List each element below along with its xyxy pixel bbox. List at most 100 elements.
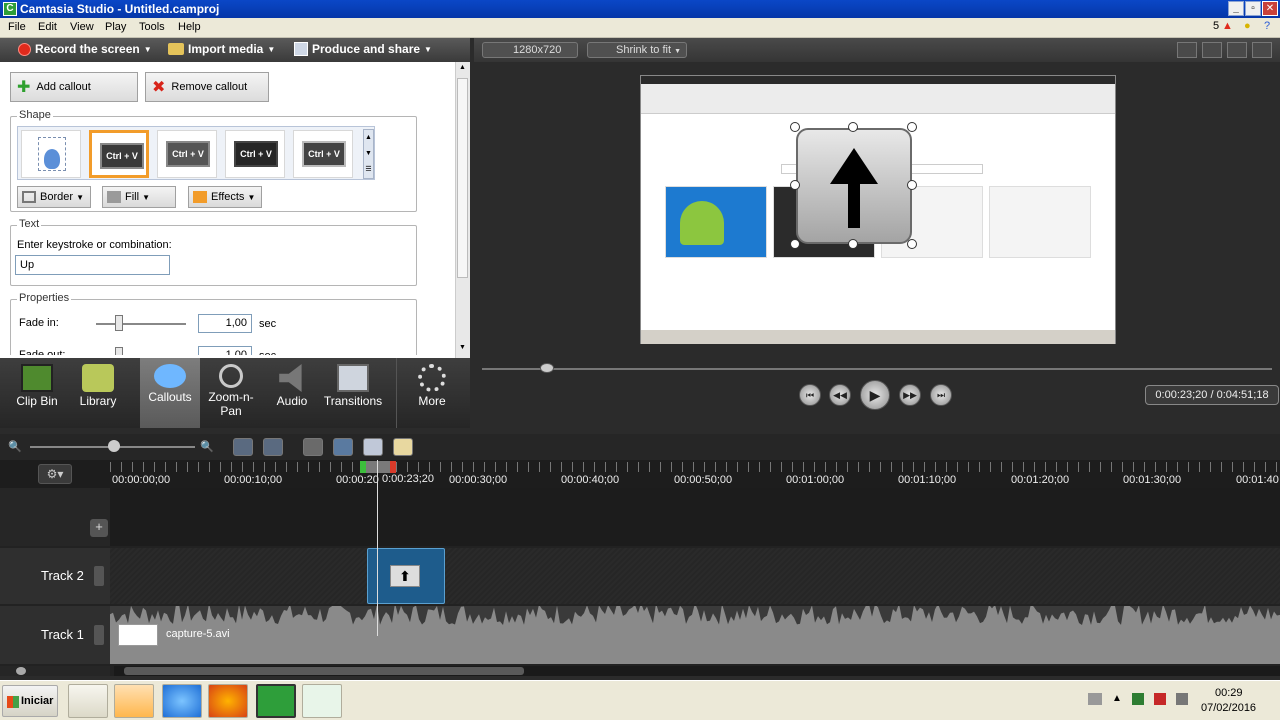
clock-time[interactable]: 00:29 — [1215, 687, 1243, 699]
pan-hand-icon[interactable] — [1202, 42, 1222, 58]
minimize-button[interactable]: _ — [1228, 1, 1244, 16]
add-callout-button[interactable]: ✚ Add callout — [10, 72, 138, 102]
keystroke-input[interactable]: Up — [15, 255, 170, 275]
play-button[interactable]: ▶ — [860, 380, 890, 410]
border-dropdown[interactable]: Border ▼ — [17, 186, 91, 208]
dimensions-dropdown[interactable]: 1280x720 — [482, 42, 578, 58]
timeline-hscrollbar[interactable] — [114, 666, 1280, 676]
clock-date[interactable]: 07/02/2016 — [1201, 702, 1256, 714]
fade-in-slider-knob[interactable] — [114, 315, 123, 331]
zoom-in-icon[interactable]: 🔍 — [200, 440, 214, 453]
gallery-scroll[interactable]: ▲ ▼ ☰ — [363, 129, 374, 179]
fast-forward-button[interactable]: ▶▶ — [899, 384, 921, 406]
zoom-out-icon[interactable]: 🔍 — [8, 440, 22, 453]
remove-callout-button[interactable]: ✖ Remove callout — [145, 72, 269, 102]
timeline-ruler[interactable]: ⚙▾ 00:00:00;00 00:00:10;00 00:00:20 00:0… — [0, 460, 1280, 488]
resize-handle[interactable] — [907, 239, 917, 249]
undo-icon[interactable] — [233, 438, 253, 456]
scroll-thumb[interactable] — [457, 78, 468, 278]
cut-icon[interactable] — [303, 438, 323, 456]
fade-in-slider[interactable] — [96, 323, 186, 325]
timeline-scroll-thumb[interactable] — [124, 667, 524, 675]
file-explorer-icon[interactable] — [68, 684, 108, 718]
timeline-zoom-knob[interactable] — [108, 440, 120, 452]
track-1-lock-icon[interactable] — [94, 625, 104, 645]
import-media-button[interactable]: Import media ▼ — [168, 42, 275, 56]
selection-start-marker[interactable] — [360, 461, 366, 473]
seek-knob[interactable] — [539, 363, 554, 373]
shape-option-keycap-4[interactable]: Ctrl + V — [293, 130, 353, 178]
up-arrow-clip-icon: ⬆ — [390, 565, 420, 587]
close-button[interactable]: ✕ — [1262, 1, 1278, 16]
resize-handle[interactable] — [907, 180, 917, 190]
menu-view[interactable]: View — [70, 21, 94, 33]
tab-callouts[interactable]: Callouts — [140, 358, 200, 428]
tips-bulb-icon[interactable]: ● — [1244, 20, 1251, 32]
firefox-icon[interactable] — [208, 684, 248, 718]
fill-dropdown[interactable]: Fill ▼ — [102, 186, 176, 208]
record-screen-button[interactable]: Record the screen ▼ — [18, 42, 152, 56]
crop-icon[interactable] — [1177, 42, 1197, 58]
shape-option-keycap-2[interactable]: Ctrl + V — [157, 130, 217, 178]
menu-edit[interactable]: Edit — [38, 21, 57, 33]
skip-forward-button[interactable]: ⏭ — [930, 384, 952, 406]
menu-file[interactable]: File — [8, 21, 26, 33]
shape-option-keycap-1[interactable]: Ctrl + V — [89, 130, 149, 178]
vertical-zoom[interactable] — [0, 666, 110, 676]
seek-bar[interactable] — [482, 368, 1272, 370]
camtasia-taskbar-icon[interactable] — [256, 684, 296, 718]
alert-bell-icon[interactable]: ▲ — [1222, 20, 1233, 32]
produce-share-button[interactable]: Produce and share ▼ — [294, 42, 432, 56]
fullscreen-icon[interactable] — [1227, 42, 1247, 58]
shape-option-keycap-3[interactable]: Ctrl + V — [225, 130, 285, 178]
resize-handle[interactable] — [848, 239, 858, 249]
tab-zoom-n-pan[interactable]: Zoom-n- Pan — [202, 358, 260, 428]
resize-handle[interactable] — [790, 239, 800, 249]
tab-library[interactable]: Library — [68, 358, 128, 428]
up-arrow-callout[interactable] — [796, 128, 912, 244]
callouts-panel-scrollbar[interactable]: ▲ ▼ — [455, 62, 470, 358]
preview-canvas[interactable] — [640, 75, 1116, 344]
resize-handle[interactable] — [848, 122, 858, 132]
add-track-button[interactable]: + — [90, 519, 108, 537]
copy-icon[interactable] — [363, 438, 383, 456]
restore-button[interactable]: ▫ — [1245, 1, 1261, 16]
split-icon[interactable] — [333, 438, 353, 456]
shape-option-keystroke-hand[interactable] — [21, 130, 81, 178]
tab-more[interactable]: More — [402, 358, 462, 428]
tab-transitions[interactable]: Transitions — [320, 358, 386, 428]
effects-dropdown[interactable]: Effects ▼ — [188, 186, 262, 208]
selection-end-marker[interactable] — [390, 461, 396, 473]
camtasia-recorder-icon[interactable] — [302, 684, 342, 718]
track-2-lock-icon[interactable] — [94, 566, 104, 586]
tab-audio[interactable]: Audio — [264, 358, 320, 428]
skip-back-button[interactable]: ⏮ — [799, 384, 821, 406]
zoom-dropdown[interactable]: Shrink to fit ▼ — [587, 42, 687, 58]
network-icon[interactable] — [1176, 693, 1188, 705]
tray-icon-1[interactable] — [1132, 693, 1144, 705]
internet-explorer-icon[interactable] — [162, 684, 202, 718]
show-hidden-icons[interactable]: ▲ — [1112, 693, 1122, 704]
track-1-head[interactable]: Track 1 — [0, 606, 110, 664]
tray-icon-2[interactable] — [1154, 693, 1166, 705]
resize-handle[interactable] — [790, 122, 800, 132]
timeline-settings-gear-icon[interactable]: ⚙▾ — [38, 464, 72, 484]
callout-clip[interactable]: ⬆ — [367, 548, 445, 604]
resize-handle[interactable] — [907, 122, 917, 132]
keyboard-tray-icon[interactable] — [1088, 693, 1102, 705]
menu-tools[interactable]: Tools — [139, 21, 165, 33]
rewind-button[interactable]: ◀◀ — [829, 384, 851, 406]
menu-play[interactable]: Play — [105, 21, 126, 33]
help-icon[interactable]: ? — [1264, 20, 1270, 32]
detach-preview-icon[interactable] — [1252, 42, 1272, 58]
paste-icon[interactable] — [393, 438, 413, 456]
menu-help[interactable]: Help — [178, 21, 201, 33]
redo-icon[interactable] — [263, 438, 283, 456]
tab-clip-bin[interactable]: Clip Bin — [8, 358, 66, 428]
fade-in-value[interactable]: 1,00 — [198, 314, 252, 333]
start-button[interactable]: Iniciar — [2, 685, 58, 717]
vertical-zoom-knob[interactable] — [16, 667, 26, 675]
track-2-head[interactable]: Track 2 — [0, 548, 110, 604]
resize-handle[interactable] — [790, 180, 800, 190]
media-player-icon[interactable] — [114, 684, 154, 718]
